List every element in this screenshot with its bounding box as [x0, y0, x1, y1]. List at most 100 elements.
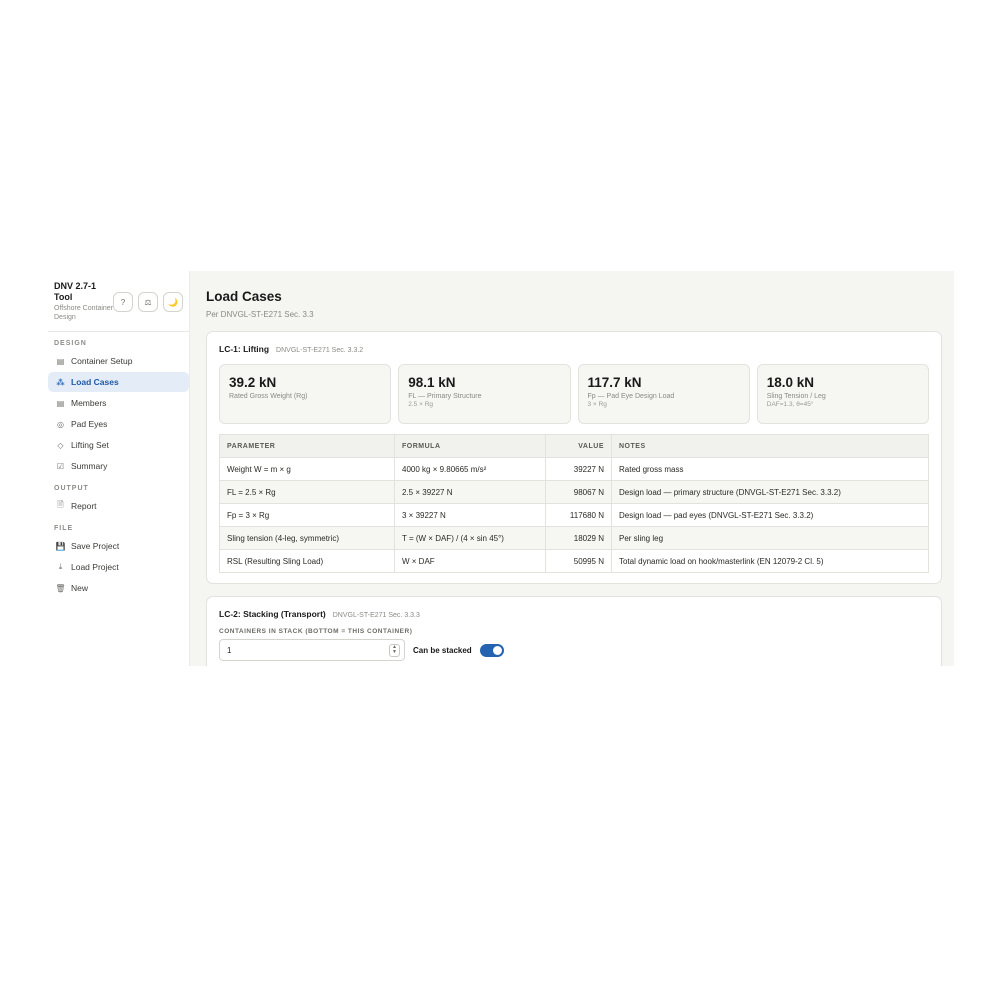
parameter-cell: Sling tension (4-leg, symmetric): [219, 526, 395, 550]
dark-mode-button[interactable]: 🌙: [163, 292, 183, 312]
notes-cell: Design load — pad eyes (DNVGL-ST-E271 Se…: [611, 503, 929, 527]
units-button[interactable]: ⚖: [138, 292, 158, 312]
brand-text: DNV 2.7-1 Tool Offshore Container Design: [54, 281, 113, 322]
sidebar-item-load-cases[interactable]: ⁂ Load Cases: [48, 372, 189, 392]
checkbox-icon: ☑: [56, 461, 65, 471]
help-button[interactable]: ?: [113, 292, 133, 312]
formula-cell: 4000 kg × 9.80665 m/s²: [394, 457, 546, 481]
table-icon: ▤: [56, 356, 65, 366]
sidebar-item-lifting-set[interactable]: ◇ Lifting Set: [48, 435, 189, 455]
parameter-cell: FL = 2.5 × Rg: [219, 480, 395, 504]
stat-label: Rated Gross Weight (Rg): [229, 393, 308, 400]
value-cell: 39227 N: [545, 457, 612, 481]
stack-count-label: CONTAINERS IN STACK (BOTTOM = THIS CONTA…: [219, 628, 413, 635]
notes-cell: Total dynamic load on hook/masterlink (E…: [611, 549, 929, 573]
diamond-icon: ◇: [57, 440, 64, 450]
sidebar-item-members[interactable]: ▤ Members: [48, 393, 189, 413]
sidebar-item-label: Summary: [71, 461, 108, 471]
stat-value: 39.2 kN: [229, 375, 277, 390]
notes-cell: Design load — primary structure (DNVGL-S…: [611, 480, 929, 504]
sidebar-item-label: Load Cases: [71, 377, 119, 387]
formula-cell: W × DAF: [394, 549, 546, 573]
sidebar-item-label: Save Project: [71, 541, 120, 551]
lc2-title: LC-2: Stacking (Transport): [219, 609, 326, 619]
stack-count-value: 1: [227, 645, 232, 655]
stat-value: 117.7 kN: [587, 375, 642, 390]
sidebar-item-label: Pad Eyes: [71, 419, 108, 429]
table-row: RSL (Resulting Sling Load) W × DAF 50995 N…: [219, 549, 929, 573]
section-label-output: OUTPUT: [54, 485, 89, 492]
sidebar-item-pad-eyes[interactable]: ◎ Pad Eyes: [48, 414, 189, 434]
stat-label: Sling Tension / Leg: [766, 393, 826, 400]
parameter-cell: Weight W = m × g: [219, 457, 395, 481]
column-header-parameter: PARAMETER: [219, 434, 395, 458]
value-cell: 50995 N: [545, 549, 612, 573]
sidebar-item-save-project[interactable]: 💾 Save Project: [48, 536, 189, 556]
stat-cards: 39.2 kN Rated Gross Weight (Rg) 98.1 kN FL …: [219, 364, 929, 424]
stepper-icon[interactable]: ▲ ▼: [389, 643, 400, 657]
nav-file: 💾 Save Project ⤓ Load Project 🗑 New: [48, 536, 189, 598]
lc2-header: LC-2: Stacking (Transport) DNVGL-ST-E271…: [219, 609, 929, 619]
trash-icon: 🗑: [55, 583, 66, 593]
dark-mode-icon: 🌙: [168, 297, 178, 307]
can-be-stacked-toggle[interactable]: [479, 643, 504, 657]
column-header-value: VALUE: [545, 434, 612, 458]
sidebar-item-label: New: [71, 583, 89, 593]
sidebar-item-label: Container Setup: [71, 356, 133, 366]
column-header-notes: NOTES: [611, 434, 929, 458]
table-header-row: PARAMETER FORMULA VALUE NOTES: [219, 434, 929, 458]
table-icon: ▤: [56, 398, 65, 408]
stack-count-input[interactable]: 1 ▲ ▼: [219, 639, 405, 661]
sidebar-item-new[interactable]: 🗑 New: [48, 578, 189, 598]
parameter-cell: Fp = 3 × Rg: [219, 503, 395, 527]
stat-card: 98.1 kN FL — Primary Structure 2.5 × Rg: [398, 364, 571, 424]
stat-formula: DAF=1.3, θ=45°: [766, 401, 814, 408]
table-row: Fp = 3 × Rg 3 × 39227 N 117680 N Design loa…: [219, 503, 929, 527]
help-icon: ?: [120, 297, 126, 307]
value-cell: 98067 N: [545, 480, 612, 504]
table-row: Weight W = m × g 4000 kg × 9.80665 m/s² 39…: [219, 457, 929, 481]
value-cell: 117680 N: [545, 503, 612, 527]
stat-card: 39.2 kN Rated Gross Weight (Rg): [219, 364, 392, 424]
loader-icon: ⁂: [56, 377, 65, 387]
formula-cell: 2.5 × 39227 N: [394, 480, 546, 504]
notes-cell: Per sling leg: [611, 526, 929, 550]
toggle-knob: [492, 645, 502, 655]
formula-cell: T = (W × DAF) / (4 × sin 45°): [394, 526, 546, 550]
stat-label: Fp — Pad Eye Design Load: [587, 393, 675, 400]
stat-card: 18.0 kN Sling Tension / Leg DAF=1.3, θ=45°: [756, 364, 929, 424]
lc1-reference: DNVGL-ST-E271 Sec. 3.3.2: [276, 347, 364, 354]
main-content: Load Cases Per DNVGL-ST-E271 Sec. 3.3 LC…: [190, 271, 954, 666]
notes-cell: Rated gross mass: [611, 457, 929, 481]
brand-header: DNV 2.7-1 Tool Offshore Container Design…: [48, 271, 189, 332]
stack-field-row: 1 ▲ ▼ Can be stacked: [219, 639, 929, 661]
lc1-card: LC-1: Lifting DNVGL-ST-E271 Sec. 3.3.2 3…: [206, 331, 942, 584]
page-title: Load Cases: [206, 289, 282, 304]
parameter-cell: RSL (Resulting Sling Load): [219, 549, 395, 573]
stat-label: FL — Primary Structure: [408, 393, 482, 400]
lc1-table: PARAMETER FORMULA VALUE NOTES Weight W =…: [219, 434, 929, 573]
sidebar-item-summary[interactable]: ☑ Summary: [48, 456, 189, 476]
can-be-stacked-label: Can be stacked: [413, 645, 472, 655]
stat-formula: 2.5 × Rg: [408, 401, 434, 408]
download-icon: ⤓: [58, 562, 63, 571]
app-title: DNV 2.7-1 Tool: [54, 281, 97, 302]
header-buttons: ? ⚖ 🌙: [113, 292, 183, 312]
section-label-design: DESIGN: [54, 340, 87, 347]
app-subtitle: Offshore Container Design: [54, 305, 114, 321]
lc2-reference: DNVGL-ST-E271 Sec. 3.3.3: [332, 612, 420, 619]
app-window: DNV 2.7-1 Tool Offshore Container Design…: [48, 271, 954, 666]
column-header-formula: FORMULA: [394, 434, 546, 458]
sidebar-item-label: Members: [71, 398, 107, 408]
sidebar-item-report[interactable]: 🗎 Report: [48, 496, 189, 516]
stat-value: 18.0 kN: [766, 375, 815, 390]
nav-output: 🗎 Report: [48, 496, 189, 516]
value-cell: 18029 N: [545, 526, 612, 550]
sidebar-item-container-setup[interactable]: ▤ Container Setup: [48, 351, 189, 371]
lc1-header: LC-1: Lifting DNVGL-ST-E271 Sec. 3.3.2: [219, 344, 929, 354]
sidebar-item-load-project[interactable]: ⤓ Load Project: [48, 557, 189, 577]
lc1-title: LC-1: Lifting: [219, 344, 270, 354]
section-label-file: FILE: [54, 525, 74, 532]
document-icon: 🗎: [57, 500, 64, 509]
save-icon: 💾: [55, 541, 66, 551]
